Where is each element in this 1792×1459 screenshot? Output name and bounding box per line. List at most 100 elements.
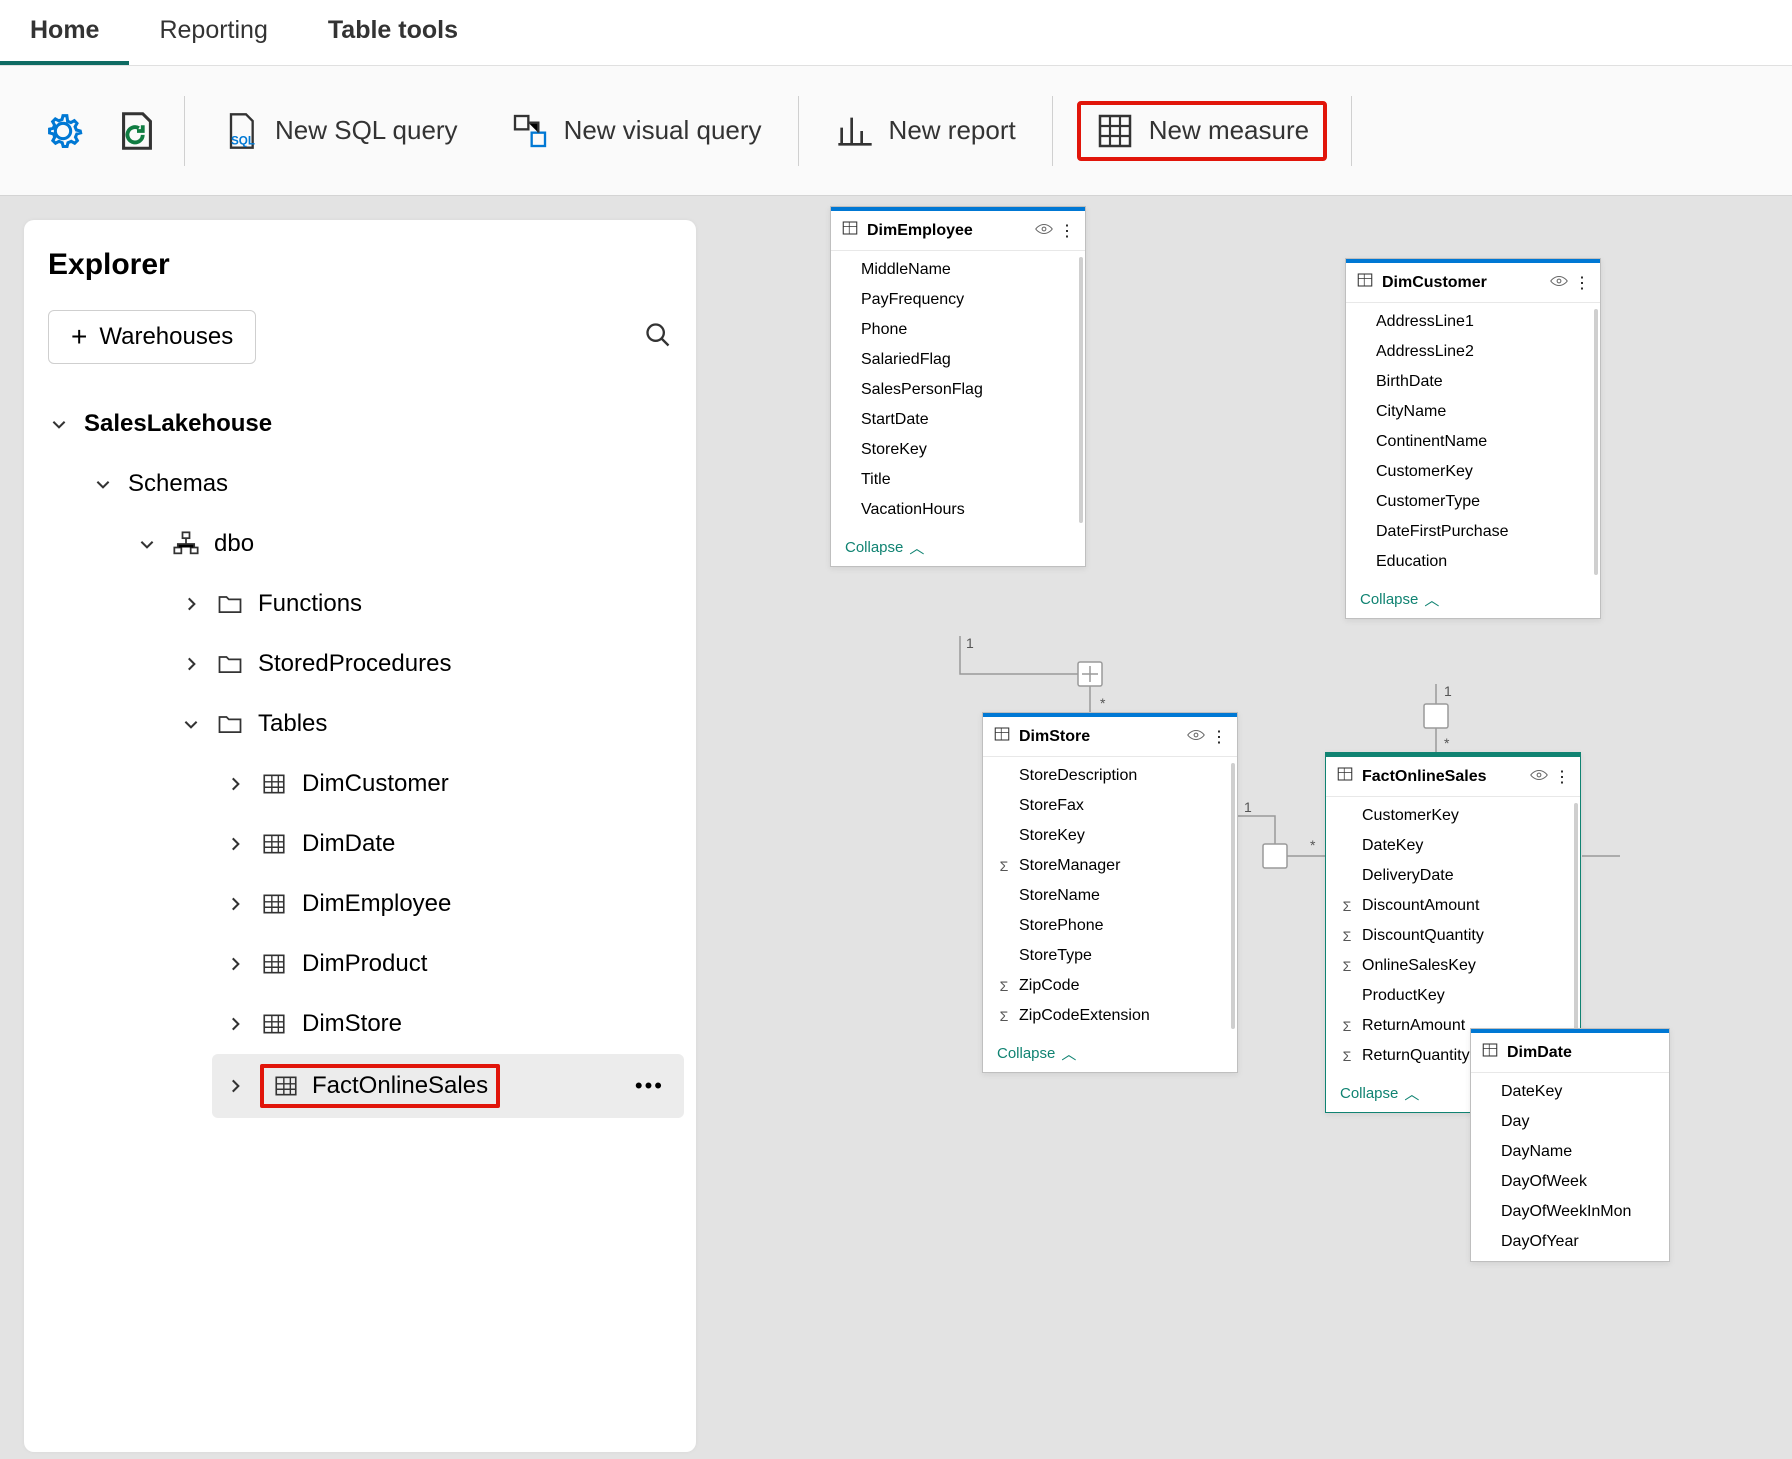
column-row[interactable]: BirthDate <box>1346 367 1600 397</box>
table-icon <box>260 890 288 918</box>
tree-table-dimemployee[interactable]: DimEmployee <box>224 874 672 934</box>
tree-folder-tables[interactable]: Tables <box>180 694 672 754</box>
column-row[interactable]: StoreKey <box>983 821 1237 851</box>
column-row[interactable]: SalesPersonFlag <box>831 375 1085 405</box>
column-row[interactable]: CustomerKey <box>1326 801 1580 831</box>
chevron-up-icon: ︿ <box>1061 1043 1076 1064</box>
column-row[interactable]: PayFrequency <box>831 285 1085 315</box>
column-row[interactable]: ΣStoreManager <box>983 851 1237 881</box>
new-report-button[interactable]: New report <box>823 103 1028 159</box>
column-row[interactable]: ΣZipCode <box>983 971 1237 1001</box>
collapse-button[interactable]: Collapse︿ <box>831 529 1085 566</box>
refresh-icon[interactable] <box>114 108 160 154</box>
tree-schemas[interactable]: Schemas <box>92 454 672 514</box>
chevron-right-icon <box>180 593 202 615</box>
column-row[interactable]: MiddleName <box>831 255 1085 285</box>
tree-table-factonlinesales[interactable]: FactOnlineSales ••• <box>212 1054 684 1118</box>
column-row[interactable]: CityName <box>1346 397 1600 427</box>
column-row[interactable]: CustomerKey <box>1346 457 1600 487</box>
visibility-icon[interactable] <box>1035 222 1053 240</box>
column-row[interactable]: StoreFax <box>983 791 1237 821</box>
column-row[interactable]: StoreKey <box>831 435 1085 465</box>
bar-chart-icon <box>835 111 875 151</box>
column-row[interactable]: AddressLine2 <box>1346 337 1600 367</box>
tree-table-label: FactOnlineSales <box>312 1072 488 1100</box>
column-row[interactable]: DeliveryDate <box>1326 861 1580 891</box>
column-row[interactable]: ΣOnlineSalesKey <box>1326 951 1580 981</box>
column-row[interactable]: Title <box>831 465 1085 495</box>
tab-table-tools[interactable]: Table tools <box>298 0 488 65</box>
tree-table-dimcustomer[interactable]: DimCustomer <box>224 754 672 814</box>
collapse-button[interactable]: Collapse︿ <box>983 1035 1237 1072</box>
settings-icon[interactable] <box>40 108 86 154</box>
entity-dimcustomer[interactable]: DimCustomer ⋮ AddressLine1AddressLine2Bi… <box>1345 258 1601 619</box>
column-row[interactable]: Day <box>1471 1107 1669 1137</box>
visibility-icon[interactable] <box>1530 768 1548 786</box>
entity-dimdate[interactable]: DimDate DateKeyDayDayNameDayOfWeekDayOfW… <box>1470 1028 1670 1262</box>
column-row[interactable]: DayOfWeekInMon <box>1471 1197 1669 1227</box>
new-measure-button[interactable]: New measure <box>1077 101 1327 161</box>
tree-root-label: SalesLakehouse <box>84 410 272 438</box>
tree-tables-label: Tables <box>258 710 327 738</box>
sigma-icon: Σ <box>1340 1018 1354 1034</box>
column-row[interactable]: Education <box>1346 547 1600 577</box>
relationship-canvas[interactable]: 1 * 1 * 1 * * DimEmployee ⋮ MiddleNamePa… <box>720 196 1792 1459</box>
table-icon <box>841 219 859 242</box>
tree-schema-label: dbo <box>214 530 254 558</box>
chevron-down-icon <box>48 413 70 435</box>
column-row[interactable]: DateKey <box>1326 831 1580 861</box>
column-row[interactable]: ContinentName <box>1346 427 1600 457</box>
column-row[interactable]: VacationHours <box>831 495 1085 525</box>
chevron-right-icon <box>224 893 246 915</box>
tree-table-dimproduct[interactable]: DimProduct <box>224 934 672 994</box>
collapse-button[interactable]: Collapse︿ <box>1346 581 1600 618</box>
new-visual-query-button[interactable]: New visual query <box>498 103 774 159</box>
column-row[interactable]: StoreType <box>983 941 1237 971</box>
search-icon[interactable] <box>644 321 672 354</box>
tree-schema-dbo[interactable]: dbo <box>136 514 672 574</box>
column-row[interactable]: StoreDescription <box>983 761 1237 791</box>
add-warehouses-button[interactable]: + Warehouses <box>48 310 256 364</box>
column-row[interactable]: StartDate <box>831 405 1085 435</box>
tree-folder-storedprocedures[interactable]: StoredProcedures <box>180 634 672 694</box>
column-row[interactable]: ΣDiscountQuantity <box>1326 921 1580 951</box>
more-icon[interactable]: ⋮ <box>1059 221 1075 241</box>
column-row[interactable]: DateFirstPurchase <box>1346 517 1600 547</box>
tree-table-label: DimCustomer <box>302 770 449 798</box>
column-row[interactable]: StoreName <box>983 881 1237 911</box>
column-row[interactable]: Phone <box>831 315 1085 345</box>
more-icon[interactable]: ⋮ <box>1211 727 1227 747</box>
warehouses-label: Warehouses <box>99 323 233 351</box>
visibility-icon[interactable] <box>1187 728 1205 746</box>
entity-title: DimStore <box>1019 728 1090 746</box>
tree-table-label: DimStore <box>302 1010 402 1038</box>
chevron-down-icon <box>136 533 158 555</box>
column-row[interactable]: ΣZipCodeExtension <box>983 1001 1237 1031</box>
tab-reporting[interactable]: Reporting <box>129 0 297 65</box>
column-row[interactable]: ΣDiscountAmount <box>1326 891 1580 921</box>
column-row[interactable]: DayOfYear <box>1471 1227 1669 1257</box>
column-row[interactable]: SalariedFlag <box>831 345 1085 375</box>
more-options-icon[interactable]: ••• <box>627 1073 672 1099</box>
tree-table-dimdate[interactable]: DimDate <box>224 814 672 874</box>
column-row[interactable]: DayOfWeek <box>1471 1167 1669 1197</box>
more-icon[interactable]: ⋮ <box>1574 273 1590 293</box>
tree-storedprocedures-label: StoredProcedures <box>258 650 451 678</box>
entity-dimstore[interactable]: DimStore ⋮ StoreDescriptionStoreFaxStore… <box>982 712 1238 1073</box>
column-row[interactable]: DateKey <box>1471 1077 1669 1107</box>
tab-home[interactable]: Home <box>0 0 129 65</box>
column-row[interactable]: DayName <box>1471 1137 1669 1167</box>
entity-title: DimEmployee <box>867 222 973 240</box>
tree-folder-functions[interactable]: Functions <box>180 574 672 634</box>
column-row[interactable]: ProductKey <box>1326 981 1580 1011</box>
visibility-icon[interactable] <box>1550 274 1568 292</box>
column-row[interactable]: CustomerType <box>1346 487 1600 517</box>
column-row[interactable]: AddressLine1 <box>1346 307 1600 337</box>
tree-root-saleslakehouse[interactable]: SalesLakehouse <box>48 394 672 454</box>
new-sql-query-button[interactable]: SQL New SQL query <box>209 103 470 159</box>
tree-table-label: DimProduct <box>302 950 427 978</box>
column-row[interactable]: StorePhone <box>983 911 1237 941</box>
more-icon[interactable]: ⋮ <box>1554 767 1570 787</box>
entity-dimemployee[interactable]: DimEmployee ⋮ MiddleNamePayFrequencyPhon… <box>830 206 1086 567</box>
tree-table-dimstore[interactable]: DimStore <box>224 994 672 1054</box>
